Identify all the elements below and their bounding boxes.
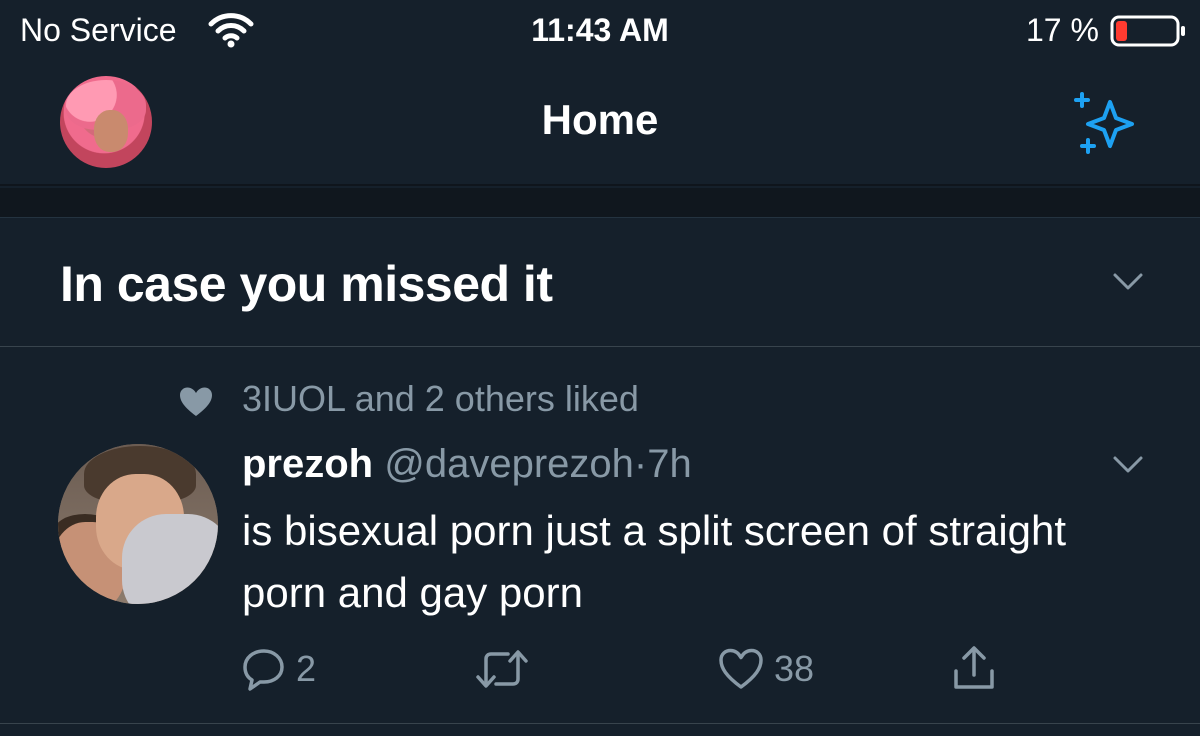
page-title: Home — [541, 96, 659, 143]
retweet-icon — [476, 650, 528, 688]
battery-percent: 17 % — [1026, 12, 1099, 48]
author-handle[interactable]: @daveprezoh — [384, 442, 634, 486]
tweet-text: is bisexual porn just a split screen of … — [242, 507, 1067, 616]
share-button[interactable] — [950, 644, 998, 694]
twitter-home-screen: No Service 11:43 AM 17 % Home In case yo… — [0, 0, 1200, 736]
tweet-meta: prezoh @daveprezoh·7h — [242, 442, 692, 487]
heart-icon — [180, 387, 212, 416]
reply-button[interactable]: 2 — [242, 644, 316, 694]
battery-fill — [1116, 21, 1127, 41]
reply-icon — [243, 649, 284, 691]
status-clock: 11:43 AM — [531, 12, 669, 48]
tweet-timestamp: 7h — [647, 442, 692, 486]
top-navigation: Home — [0, 62, 1200, 186]
status-bar: No Service 11:43 AM 17 % — [0, 0, 1200, 62]
section-title: In case you missed it — [60, 256, 553, 312]
tweet-card[interactable]: 3IUOL and 2 others liked prezoh @davepre… — [0, 348, 1200, 724]
author-avatar[interactable] — [58, 444, 218, 604]
chevron-down-icon[interactable] — [1112, 271, 1144, 293]
reply-count: 2 — [296, 648, 317, 689]
section-gap — [0, 188, 1200, 218]
author-name[interactable]: prezoh — [242, 442, 373, 486]
share-icon — [954, 646, 994, 689]
icymi-header: In case you missed it — [0, 219, 1200, 347]
like-button[interactable]: 38 — [718, 644, 814, 694]
like-count: 38 — [774, 648, 815, 689]
like-icon — [719, 648, 763, 689]
tweet-actions: 2 38 — [0, 644, 1200, 694]
meta-separator: · — [633, 442, 648, 486]
sparkle-icon[interactable] — [1072, 90, 1142, 158]
social-context[interactable]: 3IUOL and 2 others liked — [242, 378, 639, 420]
retweet-button[interactable] — [474, 644, 540, 694]
tweet-options-chevron-icon[interactable] — [1112, 454, 1144, 476]
avatar-hoodie — [122, 514, 218, 604]
battery-icon — [1110, 15, 1185, 47]
